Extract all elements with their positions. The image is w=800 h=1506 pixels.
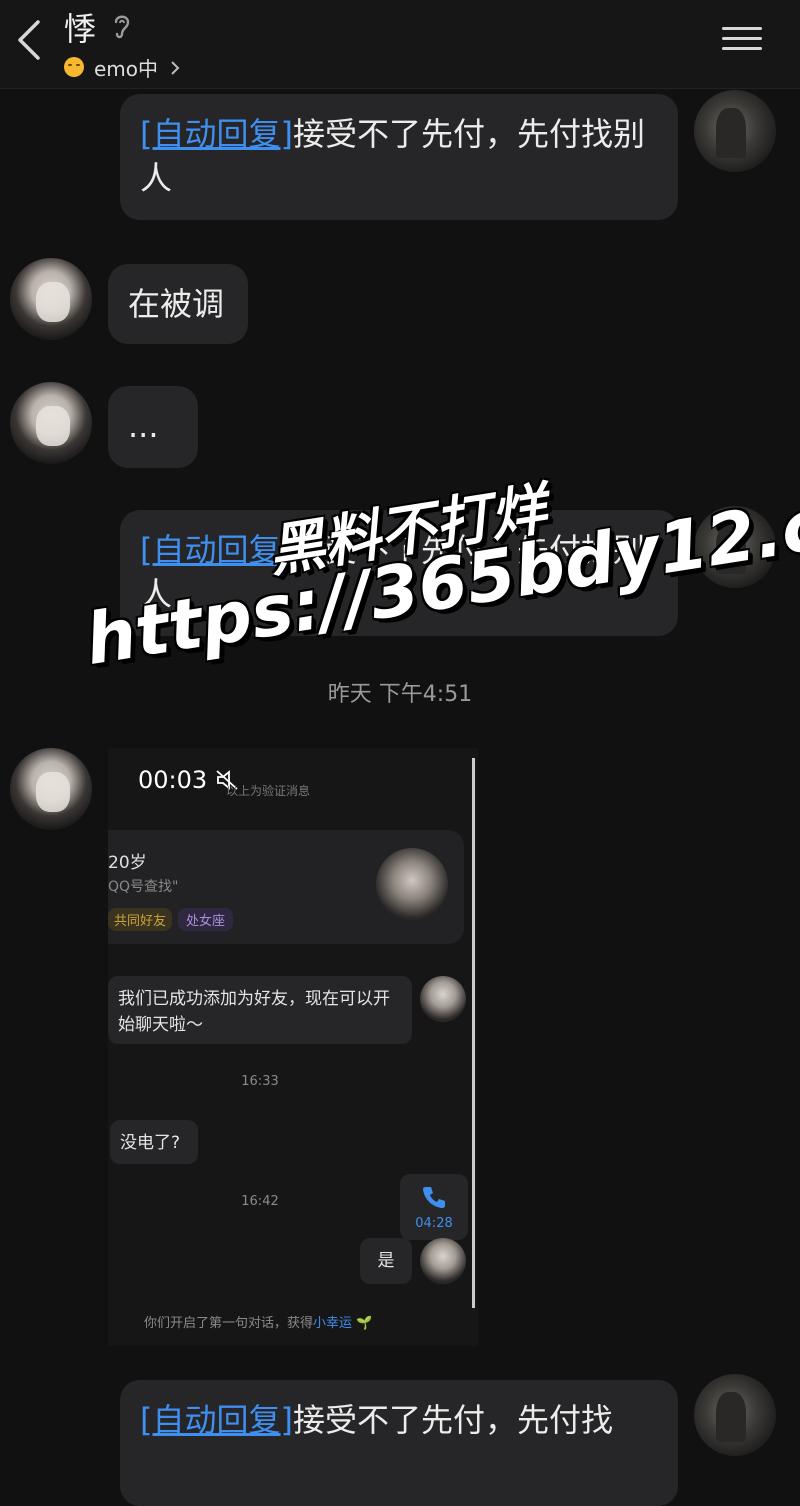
avatar-self[interactable] (694, 90, 776, 172)
chat-header: 悸 emo中 (0, 0, 800, 89)
status-line[interactable]: emo中 (64, 52, 182, 82)
call-duration: 04:28 (415, 1216, 453, 1231)
avatar-self[interactable] (694, 1374, 776, 1456)
image-message[interactable]: 00:03 以上为验证消息 20岁 QQ号查找" 共同好友 处女座 我们已成功添… (108, 748, 478, 1346)
menu-icon[interactable] (722, 20, 762, 56)
message-text: ... (128, 407, 159, 445)
inner-message: 是 (360, 1238, 412, 1284)
call-timer-text: 00:03 (138, 766, 208, 794)
back-arrow-icon[interactable] (12, 16, 52, 64)
message-bubble-right[interactable]: [自动回复]接受不了先付，先付找别人 (120, 94, 678, 220)
message-text: 接受不了先付，先付找 (292, 1401, 613, 1439)
inner-message: 我们已成功添加为好友，现在可以开始聊天啦～ (108, 976, 412, 1044)
message-text: 在被调 (128, 285, 225, 323)
avatar-contact[interactable] (10, 748, 92, 830)
message-bubble-left[interactable]: ... (108, 386, 198, 468)
footer-link: 小幸运 (313, 1316, 353, 1331)
profile-photo (376, 848, 448, 920)
auto-reply-tag[interactable]: [自动回复] (140, 1401, 293, 1439)
chat-title[interactable]: 悸 (64, 4, 96, 50)
phone-icon (420, 1184, 448, 1210)
message-bubble-right[interactable]: [自动回复]接受不了先付，先付找 (120, 1380, 678, 1506)
profile-source: QQ号查找" (108, 879, 179, 895)
message-bubble-left[interactable]: 在被调 (108, 264, 248, 344)
zodiac-chip: 处女座 (178, 908, 234, 931)
timestamp: 昨天 下午4:51 (327, 682, 473, 707)
ear-icon (108, 10, 136, 42)
profile-card: 20岁 QQ号查找" 共同好友 处女座 (108, 830, 464, 944)
inner-avatar (420, 1238, 466, 1284)
auto-reply-tag[interactable]: [自动回复] (140, 115, 293, 153)
inner-time: 16:42 (241, 1194, 279, 1209)
inner-avatar (420, 976, 466, 1022)
verify-note: 以上为验证消息 (226, 784, 311, 798)
divider (472, 758, 475, 1308)
call-record-card: 04:28 (400, 1174, 468, 1240)
call-timer: 00:03 (138, 762, 239, 798)
inner-time: 16:33 (241, 1074, 279, 1089)
chevron-right-icon (168, 58, 182, 76)
avatar-contact[interactable] (10, 258, 92, 340)
profile-age: 20岁 (108, 853, 147, 873)
inner-footer: 你们开启了第一句对话，获得小幸运 🌱 (144, 1312, 372, 1331)
footer-text: 你们开启了第一句对话，获得 (144, 1316, 314, 1331)
sad-face-icon (64, 57, 84, 77)
sprout-icon: 🌱 (356, 1316, 373, 1331)
avatar-contact[interactable] (10, 382, 92, 464)
mutual-friends-chip: 共同好友 (108, 908, 173, 931)
status-text: emo中 (94, 56, 159, 81)
inner-message: 没电了? (110, 1120, 198, 1164)
